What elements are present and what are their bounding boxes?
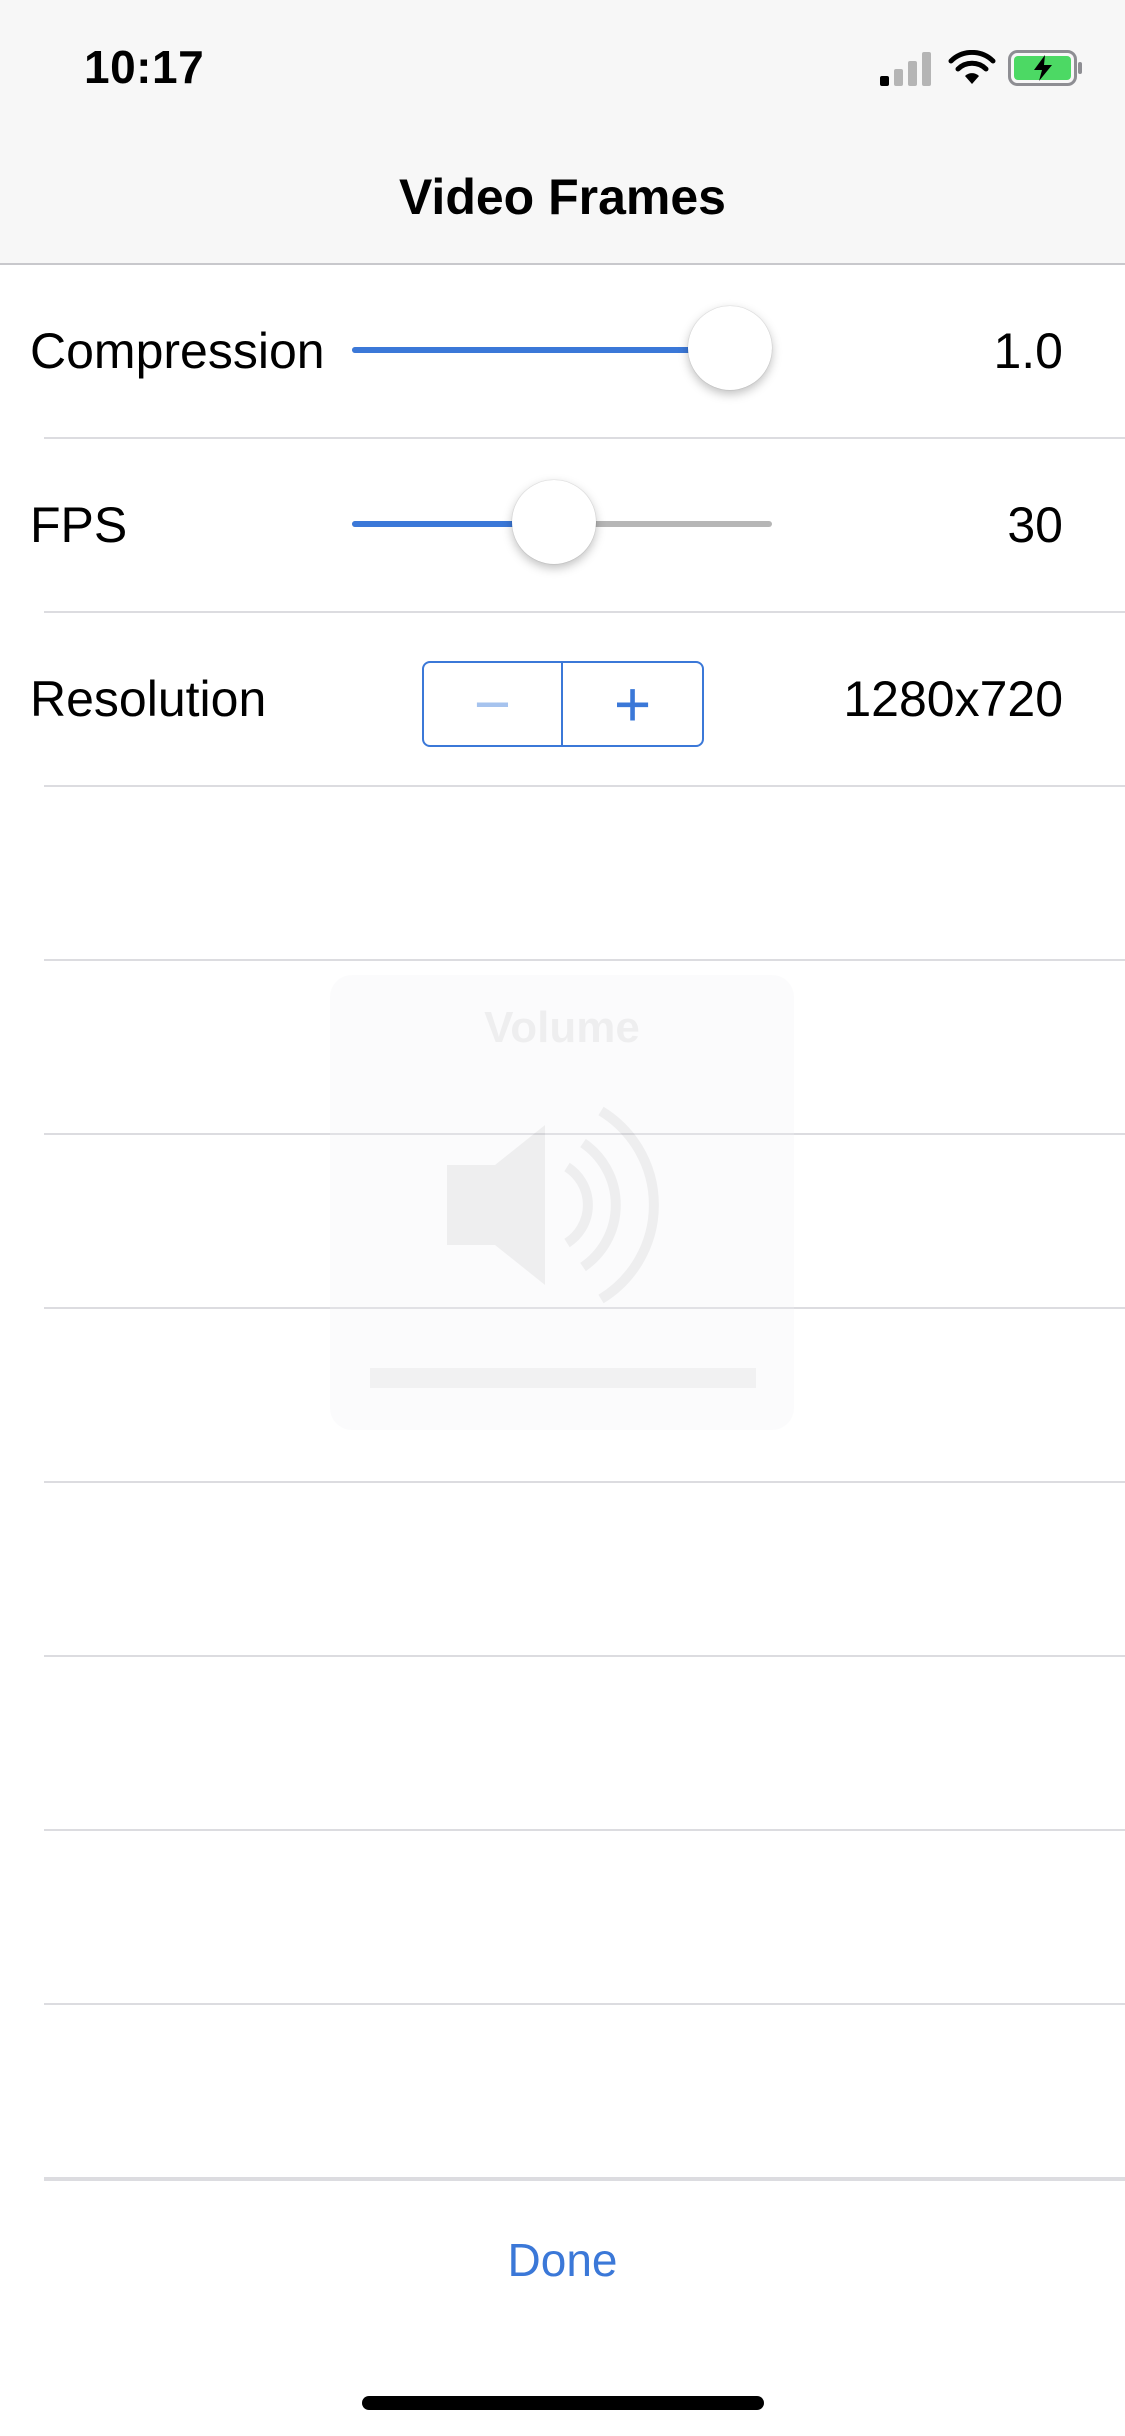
increment-button[interactable]: + <box>563 663 702 745</box>
fps-row: FPS 30 <box>0 439 1125 613</box>
fps-label: FPS <box>30 497 128 553</box>
resolution-label: Resolution <box>30 671 267 727</box>
fps-slider[interactable] <box>352 480 772 564</box>
empty-row <box>0 1657 1125 1831</box>
empty-row <box>0 1483 1125 1657</box>
volume-hud-title: Volume <box>484 1003 640 1052</box>
compression-value: 1.0 <box>993 323 1063 379</box>
volume-level-bar <box>370 1368 756 1388</box>
slider-thumb[interactable] <box>688 306 772 390</box>
fps-value: 30 <box>1007 497 1063 553</box>
cellular-signal-icon <box>880 52 931 86</box>
empty-row <box>0 787 1125 961</box>
resolution-stepper[interactable]: − + <box>422 661 704 747</box>
compression-label: Compression <box>30 323 325 379</box>
slider-thumb[interactable] <box>511 480 596 564</box>
speaker-icon <box>447 1106 659 1304</box>
empty-row <box>0 1831 1125 2005</box>
page-title: Video Frames <box>398 169 726 225</box>
volume-hud: Volume <box>330 975 794 1430</box>
decrement-button[interactable]: − <box>424 663 563 745</box>
resolution-row: Resolution − + 1280x720 <box>0 613 1125 787</box>
row-separator <box>44 2179 1125 2181</box>
resolution-value: 1280x720 <box>843 671 1063 727</box>
wifi-icon <box>948 50 996 84</box>
compression-row: Compression 1.0 <box>0 265 1125 439</box>
navigation-bar: 10:17 Video Frames <box>0 0 1125 265</box>
done-button[interactable]: Done <box>0 2190 1125 2330</box>
compression-slider[interactable] <box>352 306 772 390</box>
status-time: 10:17 <box>84 41 205 93</box>
home-indicator[interactable] <box>362 2396 764 2410</box>
slider-fill <box>352 347 730 353</box>
battery-charging-icon <box>1008 50 1082 86</box>
empty-row <box>0 2179 1125 2181</box>
empty-row <box>0 2005 1125 2179</box>
